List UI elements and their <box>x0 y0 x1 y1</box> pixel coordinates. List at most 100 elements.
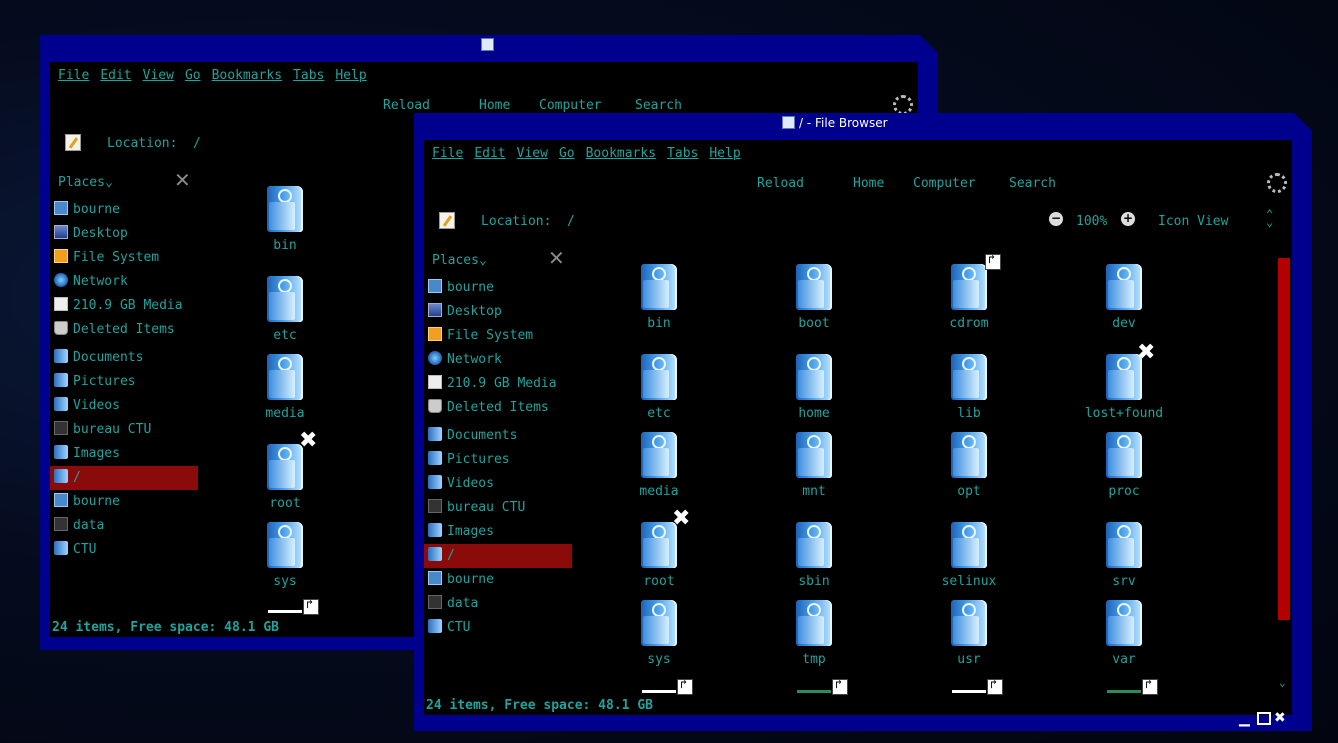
sidebar-item-desktop[interactable]: Desktop <box>424 300 572 324</box>
sidebar-item-media[interactable]: 210.9 GB Media <box>50 294 198 318</box>
location-value[interactable]: / <box>567 214 575 229</box>
file-item[interactable]: cdrom <box>914 264 1024 331</box>
sidebar-item-pictures[interactable]: Pictures <box>50 370 198 394</box>
menu-tabs[interactable]: Tabs <box>293 68 324 83</box>
file-item[interactable]: root <box>604 522 714 589</box>
menu-bookmarks[interactable]: Bookmarks <box>586 146 656 161</box>
close-button[interactable]: ✖ <box>1274 710 1286 726</box>
edit-location-icon[interactable] <box>65 134 81 151</box>
sidebar-item-bureau-ctu[interactable]: bureau CTU <box>424 496 572 520</box>
sidebar-item-documents[interactable]: Documents <box>424 424 572 448</box>
menu-edit[interactable]: Edit <box>474 146 505 161</box>
file-item[interactable]: home <box>759 354 869 421</box>
file-item[interactable]: etc <box>230 276 340 343</box>
file-item[interactable]: sbin <box>759 522 869 589</box>
sidebar-item-bourne-2[interactable]: bourne <box>50 490 198 514</box>
sidebar-item-network[interactable]: Network <box>50 270 198 294</box>
menu-help[interactable]: Help <box>335 68 366 83</box>
sidebar-item-bourne[interactable]: bourne <box>424 276 572 300</box>
file-item[interactable]: lib <box>914 354 1024 421</box>
file-item[interactable]: etc <box>604 354 714 421</box>
menu-go[interactable]: Go <box>185 68 201 83</box>
menu-view[interactable]: View <box>143 68 174 83</box>
view-mode-select[interactable]: Icon View <box>1158 214 1228 229</box>
file-item[interactable]: sys <box>604 600 714 667</box>
file-item[interactable]: sys <box>230 522 340 589</box>
zoom-out-icon[interactable]: − <box>1049 212 1063 226</box>
front-window[interactable]: / - File Browser File Edit View Go Bookmarks… <box>414 113 1312 731</box>
computer-button[interactable]: Computer <box>913 176 976 191</box>
sidebar-item-data[interactable]: data <box>50 514 198 538</box>
sidebar-item-file-system[interactable]: File System <box>50 246 198 270</box>
file-item[interactable]: var <box>1069 600 1179 667</box>
file-item[interactable]: opt <box>914 432 1024 499</box>
sidebar-item-videos[interactable]: Videos <box>424 472 572 496</box>
sidebar-item-desktop[interactable]: Desktop <box>50 222 198 246</box>
sidebar-item-bourne[interactable]: bourne <box>50 198 198 222</box>
vertical-scrollbar[interactable] <box>1278 258 1290 620</box>
sidebar-item-bureau-ctu[interactable]: bureau CTU <box>50 418 198 442</box>
file-item[interactable]: srv <box>1069 522 1179 589</box>
sidebar-item-root[interactable]: / <box>424 544 572 568</box>
places-dropdown[interactable]: Places⌄ <box>58 175 113 190</box>
front-window-titlebar[interactable]: / - File Browser <box>414 113 1312 133</box>
computer-button[interactable]: Computer <box>539 98 602 113</box>
scroll-down-icon[interactable]: ⌄ <box>1279 676 1286 689</box>
back-window-titlebar[interactable] <box>40 35 938 55</box>
file-item[interactable]: proc <box>1069 432 1179 499</box>
search-button[interactable]: Search <box>635 98 682 113</box>
folder-icon <box>267 444 303 490</box>
menu-bookmarks[interactable]: Bookmarks <box>212 68 282 83</box>
sidebar-item-file-system[interactable]: File System <box>424 324 572 348</box>
sidebar-item-ctu[interactable]: CTU <box>424 616 572 640</box>
sidebar-item-ctu[interactable]: CTU <box>50 538 198 562</box>
edit-location-icon[interactable] <box>439 212 455 229</box>
file-item[interactable]: bin <box>230 186 340 253</box>
menu-edit[interactable]: Edit <box>100 68 131 83</box>
file-item[interactable]: media <box>604 432 714 499</box>
menu-help[interactable]: Help <box>709 146 740 161</box>
reload-button[interactable]: Reload <box>757 176 804 191</box>
file-item[interactable]: mnt <box>759 432 869 499</box>
file-item[interactable]: usr <box>914 600 1024 667</box>
sidebar-item-media[interactable]: 210.9 GB Media <box>424 372 572 396</box>
menu-file[interactable]: File <box>58 68 89 83</box>
zoom-in-icon[interactable]: + <box>1121 212 1135 226</box>
file-item[interactable]: boot <box>759 264 869 331</box>
home-button[interactable]: Home <box>479 98 510 113</box>
reload-button[interactable]: Reload <box>383 98 430 113</box>
sidebar-item-images[interactable]: Images <box>424 520 572 544</box>
file-item[interactable]: root <box>230 444 340 511</box>
folder-icon <box>796 264 832 310</box>
maximize-button[interactable] <box>1257 712 1271 725</box>
menu-view[interactable]: View <box>517 146 548 161</box>
menu-tabs[interactable]: Tabs <box>667 146 698 161</box>
sidebar-item-deleted-items[interactable]: Deleted Items <box>50 318 198 342</box>
sidebar-item-images[interactable]: Images <box>50 442 198 466</box>
minimize-button[interactable]: ▁ <box>1239 711 1250 727</box>
file-item[interactable]: media <box>230 354 340 421</box>
close-sidebar-icon[interactable]: ✕ <box>548 246 565 270</box>
places-dropdown[interactable]: Places⌄ <box>432 253 487 268</box>
sidebar-item-network[interactable]: Network <box>424 348 572 372</box>
folder-icon <box>951 354 987 400</box>
location-value[interactable]: / <box>193 136 201 151</box>
sidebar-item-videos[interactable]: Videos <box>50 394 198 418</box>
file-item[interactable]: bin <box>604 264 714 331</box>
sidebar-item-pictures[interactable]: Pictures <box>424 448 572 472</box>
search-button[interactable]: Search <box>1009 176 1056 191</box>
sidebar-item-documents[interactable]: Documents <box>50 346 198 370</box>
select-arrows-icon[interactable]: ⌃ ⌄ <box>1266 208 1273 228</box>
file-item[interactable]: selinux <box>914 522 1024 589</box>
file-item[interactable]: tmp <box>759 600 869 667</box>
close-sidebar-icon[interactable]: ✕ <box>174 168 191 192</box>
file-item[interactable]: lost+found <box>1069 354 1179 421</box>
sidebar-item-data[interactable]: data <box>424 592 572 616</box>
home-button[interactable]: Home <box>853 176 884 191</box>
sidebar-item-deleted-items[interactable]: Deleted Items <box>424 396 572 420</box>
menu-file[interactable]: File <box>432 146 463 161</box>
sidebar-item-bourne-2[interactable]: bourne <box>424 568 572 592</box>
file-item[interactable]: dev <box>1069 264 1179 331</box>
sidebar-item-root[interactable]: / <box>50 466 198 490</box>
menu-go[interactable]: Go <box>559 146 575 161</box>
